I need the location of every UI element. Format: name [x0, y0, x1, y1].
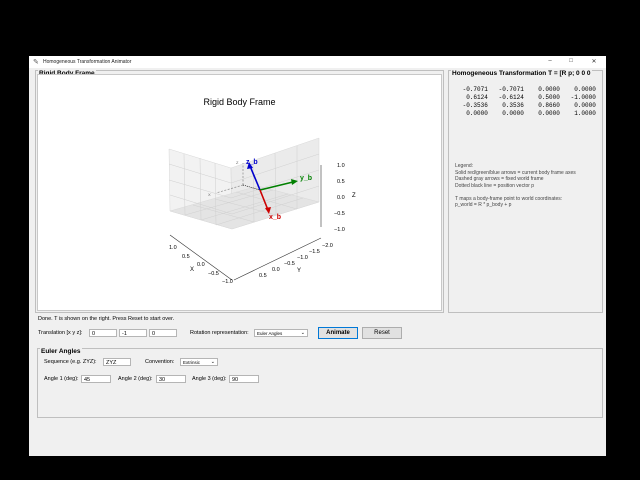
svg-text:0.5: 0.5: [182, 254, 190, 260]
svg-text:−1.5: −1.5: [309, 249, 320, 255]
svg-text:−0.5: −0.5: [284, 261, 295, 267]
plot-canvas[interactable]: Rigid Body Frame z_b y_b x_b Z X 1.0 0.5…: [37, 74, 442, 311]
reset-button[interactable]: Reset: [362, 327, 402, 339]
label-x-b: x_b: [269, 214, 281, 221]
chevron-down-icon: ⌄: [210, 359, 215, 365]
y-axis-label: Y: [297, 268, 301, 274]
sequence-field[interactable]: ZYZ: [103, 358, 131, 366]
translation-x-field[interactable]: 0: [89, 329, 117, 337]
angle1-label: Angle 1 (deg):: [44, 376, 79, 382]
z-tick-labels: 1.0 0.5 0.0 −0.5 −1.0: [334, 163, 345, 233]
convention-select-value: Extrinsic: [183, 360, 201, 365]
euler-title: Euler Angles: [40, 348, 82, 355]
label-world-x: X: [208, 192, 211, 197]
svg-text:0.5: 0.5: [259, 273, 267, 279]
convention-label: Convention:: [145, 359, 175, 365]
maximize-button[interactable]: □: [566, 58, 576, 64]
close-button[interactable]: ✕: [589, 58, 599, 65]
status-text: Done. T is shown on the right. Press Res…: [38, 316, 175, 322]
convention-select[interactable]: Extrinsic ⌄: [180, 358, 218, 366]
transform-matrix: -0.7071 -0.7071 0.0000 0.0000 0.6124 -0.…: [462, 86, 596, 117]
svg-text:−1.0: −1.0: [222, 279, 233, 285]
angle3-label: Angle 3 (deg):: [192, 376, 227, 382]
animate-button[interactable]: Animate: [318, 327, 358, 339]
svg-text:0.0: 0.0: [197, 262, 205, 268]
angle2-field[interactable]: 30: [156, 375, 186, 383]
legend-line: p_world = R * p_body + p: [455, 202, 512, 208]
rotation-select-value: Euler Angles: [257, 331, 283, 336]
title-bar: ✎ Homogeneous Transformation Animator – …: [29, 56, 606, 68]
label-y-b: y_b: [300, 175, 312, 182]
z-axis-label: Z: [352, 193, 356, 199]
rotation-select[interactable]: Euler Angles ⌄: [254, 329, 308, 337]
svg-text:1.0: 1.0: [169, 245, 177, 251]
svg-text:−0.5: −0.5: [334, 211, 345, 217]
svg-text:−0.5: −0.5: [208, 271, 219, 277]
svg-text:0.5: 0.5: [337, 179, 345, 185]
window-title: Homogeneous Transformation Animator: [43, 59, 132, 65]
label-z-b: z_b: [246, 159, 258, 166]
translation-y-field[interactable]: -1: [119, 329, 147, 337]
svg-text:0.0: 0.0: [272, 267, 280, 273]
x-tick-labels: 1.0 0.5 0.0 −0.5 −1.0: [169, 245, 233, 285]
svg-text:−1.0: −1.0: [334, 227, 345, 233]
angle3-field[interactable]: 90: [229, 375, 259, 383]
minimize-button[interactable]: –: [545, 58, 555, 64]
svg-text:0.0: 0.0: [337, 195, 345, 201]
translation-z-field[interactable]: 0: [149, 329, 177, 337]
svg-text:−2.0: −2.0: [322, 243, 333, 249]
label-world-z: Z: [236, 160, 239, 165]
svg-text:−1.0: −1.0: [297, 255, 308, 261]
angle1-field[interactable]: 45: [81, 375, 111, 383]
homogeneous-title: Homogeneous Transformation T = [R p; 0 0…: [451, 70, 592, 77]
chevron-down-icon: ⌄: [300, 330, 305, 336]
translation-label: Translation [x y z]:: [38, 330, 83, 336]
sequence-label: Sequence (e.g. ZYZ):: [44, 359, 97, 365]
legend-text: Legend: Solid red/green/blue arrows = cur…: [455, 163, 576, 209]
homogeneous-group: Homogeneous Transformation T = [R p; 0 0…: [448, 70, 603, 313]
x-axis-label: X: [190, 267, 194, 273]
feather-icon: ✎: [33, 59, 39, 66]
y-tick-labels: −2.0 −1.5 −1.0 −0.5 0.0 0.5: [259, 243, 333, 279]
plot-3d: z_b y_b x_b Z X 1.0 0.5 0.0 −0.5 −1.0 X …: [168, 137, 356, 285]
svg-text:1.0: 1.0: [337, 163, 345, 169]
angle2-label: Angle 2 (deg):: [118, 376, 153, 382]
rotation-label: Rotation representation:: [190, 330, 249, 336]
